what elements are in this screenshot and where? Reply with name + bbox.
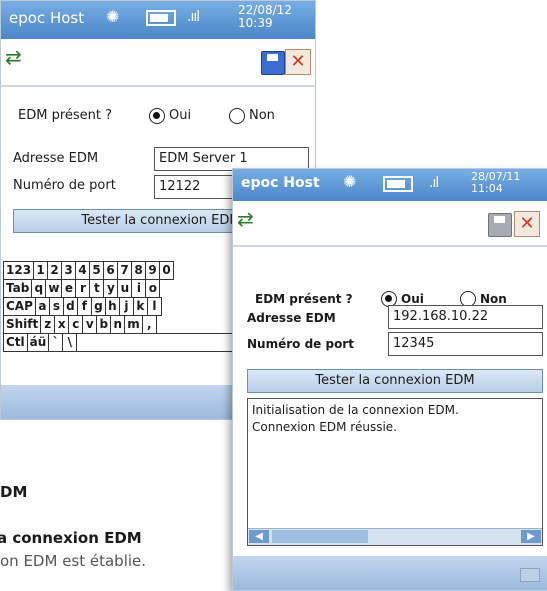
log-line: Connexion EDM réussie. <box>252 420 397 434</box>
key[interactable]: t <box>89 279 105 298</box>
radio-oui[interactable] <box>149 108 165 124</box>
key[interactable]: 0 <box>159 261 175 280</box>
key[interactable]: b <box>96 315 112 334</box>
key[interactable]: 8 <box>131 261 147 280</box>
key[interactable]: CAP <box>3 297 36 316</box>
battery-icon[interactable] <box>146 10 176 26</box>
edm-address-field[interactable]: 192.168.10.22 <box>388 305 543 329</box>
port-label: Numéro de port <box>247 337 354 351</box>
doc-body: on EDM est établie. <box>0 552 147 570</box>
key[interactable]: y <box>103 279 119 298</box>
key[interactable]: m <box>124 315 143 334</box>
key[interactable]: , <box>141 315 157 334</box>
edm-address-label: Adresse EDM <box>247 311 336 325</box>
key[interactable]: k <box>132 297 148 316</box>
sync-icon[interactable]: ✺ <box>106 7 119 26</box>
key[interactable]: l <box>146 297 162 316</box>
app-title[interactable]: epoc Host <box>241 175 320 191</box>
key[interactable]: Shift <box>3 315 42 334</box>
close-icon[interactable]: ✕ <box>285 49 311 75</box>
key[interactable]: ` <box>48 333 64 352</box>
radio-oui-label: Oui <box>169 108 192 123</box>
toolbar: ⇄ ✕ <box>1 39 315 87</box>
edm-address-label: Adresse EDM <box>13 151 99 166</box>
port-field[interactable]: 12345 <box>388 332 543 356</box>
doc-subheading: a connexion EDM <box>0 529 142 547</box>
radio-non-label: Non <box>249 108 275 123</box>
scroll-right-icon[interactable]: ▶ <box>521 530 541 543</box>
sync-icon[interactable]: ✺ <box>343 172 356 191</box>
key[interactable]: f <box>76 297 92 316</box>
key[interactable]: z <box>40 315 56 334</box>
key[interactable]: 1 <box>33 261 49 280</box>
device-screen-2: epoc Host ✺ .ıl 28/07/11 11:04 ⇄ ✕ EDM p… <box>232 168 547 591</box>
key[interactable]: e <box>61 279 77 298</box>
log-line: Initialisation de la connexion EDM. <box>252 403 459 417</box>
key[interactable]: Tab <box>3 279 33 298</box>
key[interactable]: j <box>118 297 134 316</box>
key[interactable]: q <box>31 279 47 298</box>
key[interactable]: 4 <box>75 261 91 280</box>
save-icon[interactable] <box>261 51 285 75</box>
title-bar: epoc Host ✺ .ııl 22/08/12 10:39 <box>1 1 315 39</box>
key[interactable]: n <box>110 315 126 334</box>
key[interactable]: c <box>68 315 84 334</box>
key[interactable]: i <box>131 279 147 298</box>
bottom-bar <box>233 556 547 590</box>
key[interactable]: 9 <box>145 261 161 280</box>
clock[interactable]: 22/08/12 10:39 <box>238 4 292 30</box>
radio-non[interactable] <box>229 108 245 124</box>
app-title[interactable]: epoc Host <box>9 9 84 27</box>
connection-icon[interactable]: ⇄ <box>237 207 254 231</box>
key[interactable]: x <box>54 315 70 334</box>
key[interactable]: 2 <box>47 261 63 280</box>
key[interactable]: u <box>117 279 133 298</box>
close-icon[interactable]: ✕ <box>514 211 540 237</box>
key[interactable]: h <box>104 297 120 316</box>
key[interactable]: 6 <box>103 261 119 280</box>
key[interactable]: 123 <box>3 261 35 280</box>
key[interactable]: g <box>90 297 106 316</box>
signal-icon[interactable]: .ıl <box>429 175 439 191</box>
edm-present-label: EDM présent ? <box>18 108 113 123</box>
port-label: Numéro de port <box>13 178 116 193</box>
key[interactable]: r <box>75 279 91 298</box>
key[interactable]: a <box>34 297 50 316</box>
key[interactable]: d <box>62 297 78 316</box>
keyboard-icon[interactable] <box>520 568 540 582</box>
horizontal-scrollbar[interactable]: ◀ ▶ <box>248 528 542 545</box>
key[interactable]: o <box>145 279 161 298</box>
edm-present-label: EDM présent ? <box>255 292 353 306</box>
key[interactable]: 7 <box>117 261 133 280</box>
key[interactable]: áü <box>26 333 50 352</box>
signal-icon[interactable]: .ııl <box>187 9 200 25</box>
radio-oui-label: Oui <box>401 292 424 306</box>
key[interactable]: w <box>45 279 63 298</box>
key[interactable]: v <box>82 315 98 334</box>
doc-heading: DM <box>0 483 28 501</box>
connection-log: Initialisation de la connexion EDM. Conn… <box>247 398 543 546</box>
key[interactable]: 5 <box>89 261 105 280</box>
scroll-left-icon[interactable]: ◀ <box>249 530 269 543</box>
key[interactable]: Ctl <box>3 333 28 352</box>
scroll-thumb[interactable] <box>272 530 368 543</box>
save-icon[interactable] <box>488 213 512 237</box>
time-text: 10:39 <box>238 16 273 30</box>
key[interactable]: s <box>48 297 64 316</box>
test-connection-button[interactable]: Tester la connexion EDM <box>247 369 543 393</box>
connection-icon[interactable]: ⇄ <box>5 45 22 69</box>
radio-non-label: Non <box>480 292 507 306</box>
clock[interactable]: 28/07/11 11:04 <box>471 171 520 195</box>
key[interactable]: \ <box>62 333 78 352</box>
title-bar: epoc Host ✺ .ıl 28/07/11 11:04 <box>233 169 547 201</box>
key[interactable]: 3 <box>61 261 77 280</box>
toolbar: ⇄ ✕ <box>233 201 547 247</box>
time-text: 11:04 <box>471 182 503 195</box>
battery-icon[interactable] <box>383 176 413 192</box>
